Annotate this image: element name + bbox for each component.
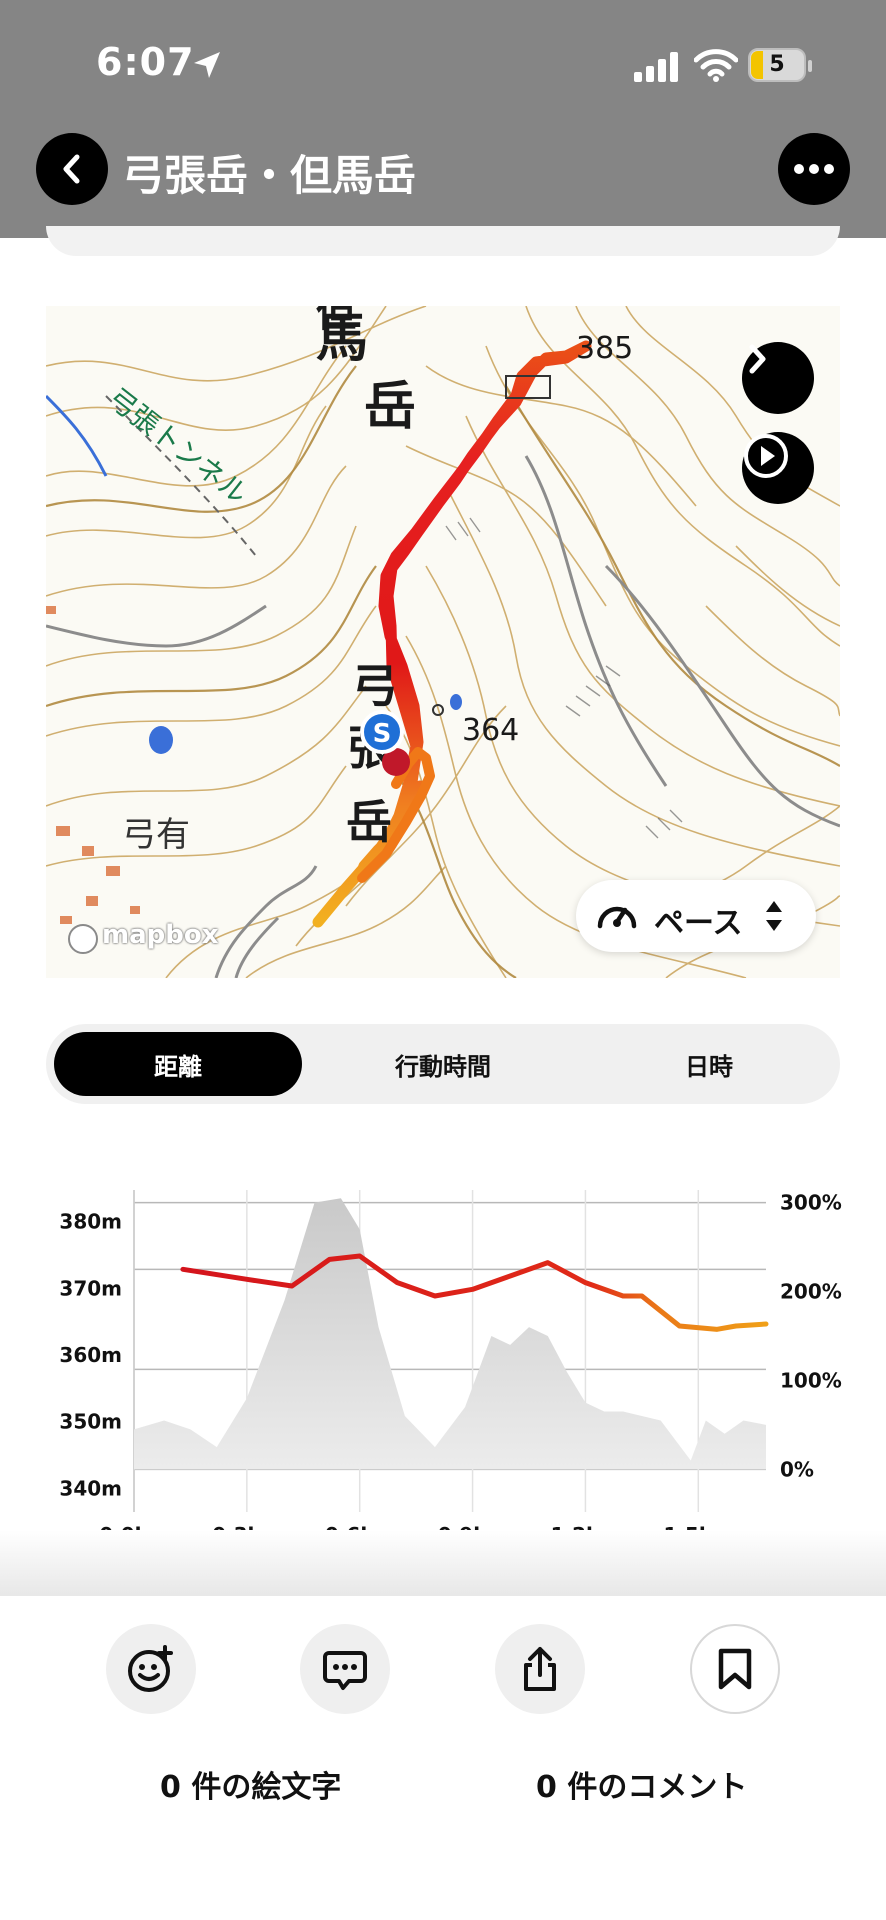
map-label: 岳 [364,377,416,437]
speedometer-icon [597,906,637,929]
tab-date-time[interactable]: 日時 [584,1032,834,1096]
comment-count-label: 0 件のコメント [536,1770,748,1805]
bookmark-button[interactable] [690,1624,780,1714]
sort-arrows-icon [766,901,782,931]
wifi-icon [694,49,738,82]
more-dot [809,164,819,174]
map-label: 弓張トンネル [102,382,254,511]
peak-elevation-label: 385 [576,331,633,366]
battery-level: 5 [769,52,785,77]
y-left-tick-label: 350m [59,1410,122,1434]
chart-axis-selector: 距離 行動時間 日時 [46,1024,840,1104]
elevation-line [180,1253,769,1332]
y-left-tick-label: 370m [59,1276,122,1300]
more-dot [824,164,834,174]
peak-elevation-label: 364 [462,713,519,748]
tab-moving-time[interactable]: 行動時間 [318,1032,568,1096]
location-arrow-icon [194,52,220,78]
activity-detail-screen: 6:07 5 弓張岳・但馬岳 馬 但 岳 385 364 弓 岳 弓有 弓張トン… [0,0,886,1920]
y-right-tick-label: 300% [780,1191,842,1215]
y-right-tick-label: 0% [780,1457,814,1481]
tab-distance[interactable]: 距離 [54,1032,302,1096]
y-left-tick-label: 380m [59,1210,122,1234]
y-right-tick-label: 100% [780,1368,842,1392]
comment-icon [323,1651,367,1690]
emoji-count-label: 0 件の絵文字 [160,1770,342,1805]
battery-icon: 5 [748,48,812,84]
pace-selector[interactable]: ペース [576,880,816,952]
back-button[interactable] [36,133,108,205]
add-emoji-button[interactable] [106,1624,196,1714]
share-button[interactable] [495,1624,585,1714]
y-left-tick-label: 360m [59,1343,122,1367]
chevron-left-icon [63,154,80,184]
grade-area [134,1198,766,1470]
play-circle-icon [744,434,788,478]
pace-label: ペース [654,906,743,941]
elevation-chart: 380m370m360m350m340m300%200%100%0%0.0km0… [0,1160,886,1547]
map-attribution: mapbox [102,920,219,950]
next-button[interactable] [742,342,814,414]
map-label: 弓 [352,659,398,713]
more-dot [794,164,804,174]
share-icon [524,1647,556,1691]
bookmark-icon [718,1648,752,1690]
cellular-signal-icon [634,52,678,82]
play-route-button[interactable] [742,432,814,504]
topographic-map: 馬 但 岳 385 364 弓 張 岳 弓有 弓張トンネル S [46,306,840,978]
y-right-tick-label: 200% [780,1280,842,1304]
map-label: 但 [316,306,356,336]
previous-card-edge [46,226,840,256]
chevron-right-icon [749,344,766,374]
emoji-add-icon [128,1645,173,1692]
more-options-button[interactable] [778,133,850,205]
mapbox-logo-icon [68,924,98,954]
start-marker-label: S [373,719,392,749]
map-label: 弓有 [122,815,190,855]
comment-button[interactable] [300,1624,390,1714]
bottom-sheet-shadow [0,1530,886,1600]
page-title: 弓張岳・但馬岳 [122,151,417,200]
map-label: 岳 [346,795,392,849]
route-map[interactable]: 馬 但 岳 385 364 弓 張 岳 弓有 弓張トンネル S [46,306,840,978]
elevation-chart-svg: 380m370m360m350m340m300%200%100%0%0.0km0… [59,1190,842,1547]
y-left-tick-label: 340m [59,1476,122,1500]
status-time: 6:07 [96,40,195,84]
